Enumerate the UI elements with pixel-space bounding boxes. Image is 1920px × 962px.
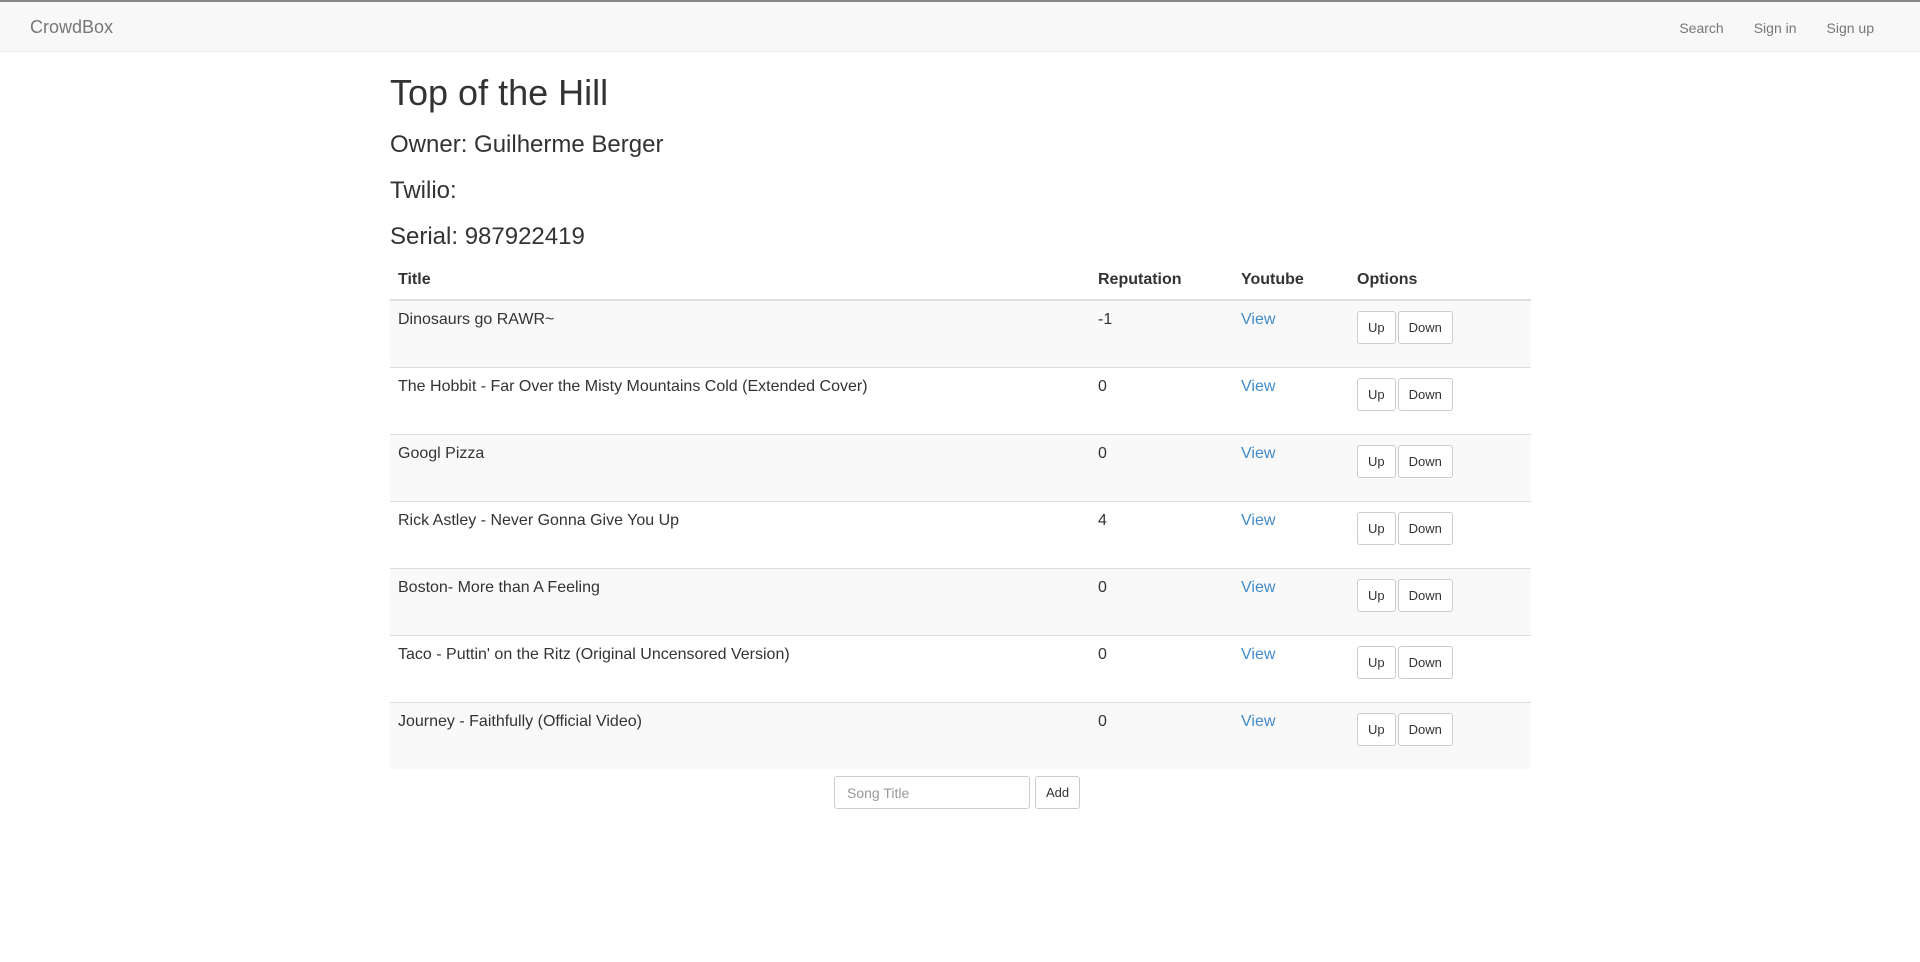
youtube-cell: View — [1233, 433, 1349, 501]
twilio-heading: Twilio: — [390, 177, 457, 204]
page-title: Top of the Hill — [390, 72, 609, 113]
song-title: Rick Astley - Never Gonna Give You Up — [390, 500, 1090, 568]
youtube-view-link[interactable]: View — [1241, 512, 1275, 529]
nav-sign-up-link[interactable]: Sign up — [1827, 20, 1874, 36]
youtube-view-link[interactable]: View — [1241, 579, 1275, 596]
main-container: Top of the Hill Owner: Guilherme Berger … — [390, 52, 1531, 769]
song-reputation: 0 — [1090, 567, 1233, 635]
navbar: CrowdBox Search Sign in Sign up — [0, 0, 1920, 52]
options-cell: Up Down — [1349, 366, 1531, 434]
downvote-button[interactable]: Down — [1397, 645, 1453, 679]
add-song-form: Add — [834, 776, 1081, 809]
options-cell: Up Down — [1349, 433, 1531, 501]
upvote-button[interactable]: Up — [1357, 645, 1396, 679]
table-header-row: Title Reputation Youtube Options — [390, 269, 1531, 301]
downvote-button[interactable]: Down — [1397, 377, 1453, 411]
options-cell: Up Down — [1349, 500, 1531, 568]
header-options: Options — [1349, 269, 1531, 301]
song-reputation: -1 — [1090, 299, 1233, 367]
table-row: Boston- More than A Feeling 0 View Up Dow… — [390, 567, 1531, 635]
youtube-view-link[interactable]: View — [1241, 713, 1275, 730]
options-cell: Up Down — [1349, 299, 1531, 367]
song-title-input[interactable] — [834, 776, 1030, 809]
options-cell: Up Down — [1349, 634, 1531, 702]
youtube-view-link[interactable]: View — [1241, 445, 1275, 462]
nav-sign-in-link[interactable]: Sign in — [1754, 20, 1797, 36]
song-reputation: 0 — [1090, 433, 1233, 501]
song-reputation: 0 — [1090, 366, 1233, 434]
table-row: Rick Astley - Never Gonna Give You Up 4 … — [390, 500, 1531, 568]
upvote-button[interactable]: Up — [1357, 712, 1396, 746]
song-reputation: 0 — [1090, 701, 1233, 769]
add-song-button[interactable]: Add — [1035, 776, 1081, 809]
downvote-button[interactable]: Down — [1397, 511, 1453, 545]
youtube-view-link[interactable]: View — [1241, 311, 1275, 328]
youtube-cell: View — [1233, 701, 1349, 769]
brand-link[interactable]: CrowdBox — [30, 17, 113, 38]
youtube-cell: View — [1233, 366, 1349, 434]
youtube-view-link[interactable]: View — [1241, 378, 1275, 395]
upvote-button[interactable]: Up — [1357, 578, 1396, 612]
header-youtube: Youtube — [1233, 269, 1349, 301]
options-cell: Up Down — [1349, 701, 1531, 769]
song-reputation: 0 — [1090, 634, 1233, 702]
table-row: Journey - Faithfully (Official Video) 0 … — [390, 701, 1531, 769]
table-row: The Hobbit - Far Over the Misty Mountain… — [390, 366, 1531, 434]
downvote-button[interactable]: Down — [1397, 311, 1453, 344]
songs-table: Title Reputation Youtube Options Dinosau… — [390, 269, 1531, 769]
youtube-cell: View — [1233, 299, 1349, 367]
nav-links: Search Sign in Sign up — [1649, 20, 1874, 36]
serial-heading: Serial: 987922419 — [390, 223, 585, 250]
youtube-cell: View — [1233, 567, 1349, 635]
options-cell: Up Down — [1349, 567, 1531, 635]
youtube-view-link[interactable]: View — [1241, 646, 1275, 663]
song-reputation: 4 — [1090, 500, 1233, 568]
downvote-button[interactable]: Down — [1397, 444, 1453, 478]
song-title: The Hobbit - Far Over the Misty Mountain… — [390, 366, 1090, 434]
song-title: Googl Pizza — [390, 433, 1090, 501]
upvote-button[interactable]: Up — [1357, 311, 1396, 344]
header-reputation: Reputation — [1090, 269, 1233, 301]
downvote-button[interactable]: Down — [1397, 578, 1453, 612]
song-title: Taco - Puttin' on the Ritz (Original Unc… — [390, 634, 1090, 702]
table-row: Googl Pizza 0 View Up Down — [390, 433, 1531, 501]
youtube-cell: View — [1233, 500, 1349, 568]
header-title: Title — [390, 269, 1090, 301]
nav-search-link[interactable]: Search — [1679, 20, 1723, 36]
song-title: Boston- More than A Feeling — [390, 567, 1090, 635]
upvote-button[interactable]: Up — [1357, 377, 1396, 411]
song-title: Dinosaurs go RAWR~ — [390, 299, 1090, 367]
table-row: Dinosaurs go RAWR~ -1 View Up Down — [390, 299, 1531, 367]
table-row: Taco - Puttin' on the Ritz (Original Unc… — [390, 634, 1531, 702]
upvote-button[interactable]: Up — [1357, 511, 1396, 545]
song-title: Journey - Faithfully (Official Video) — [390, 701, 1090, 769]
owner-heading: Owner: Guilherme Berger — [390, 131, 664, 158]
downvote-button[interactable]: Down — [1397, 712, 1453, 746]
upvote-button[interactable]: Up — [1357, 444, 1396, 478]
youtube-cell: View — [1233, 634, 1349, 702]
